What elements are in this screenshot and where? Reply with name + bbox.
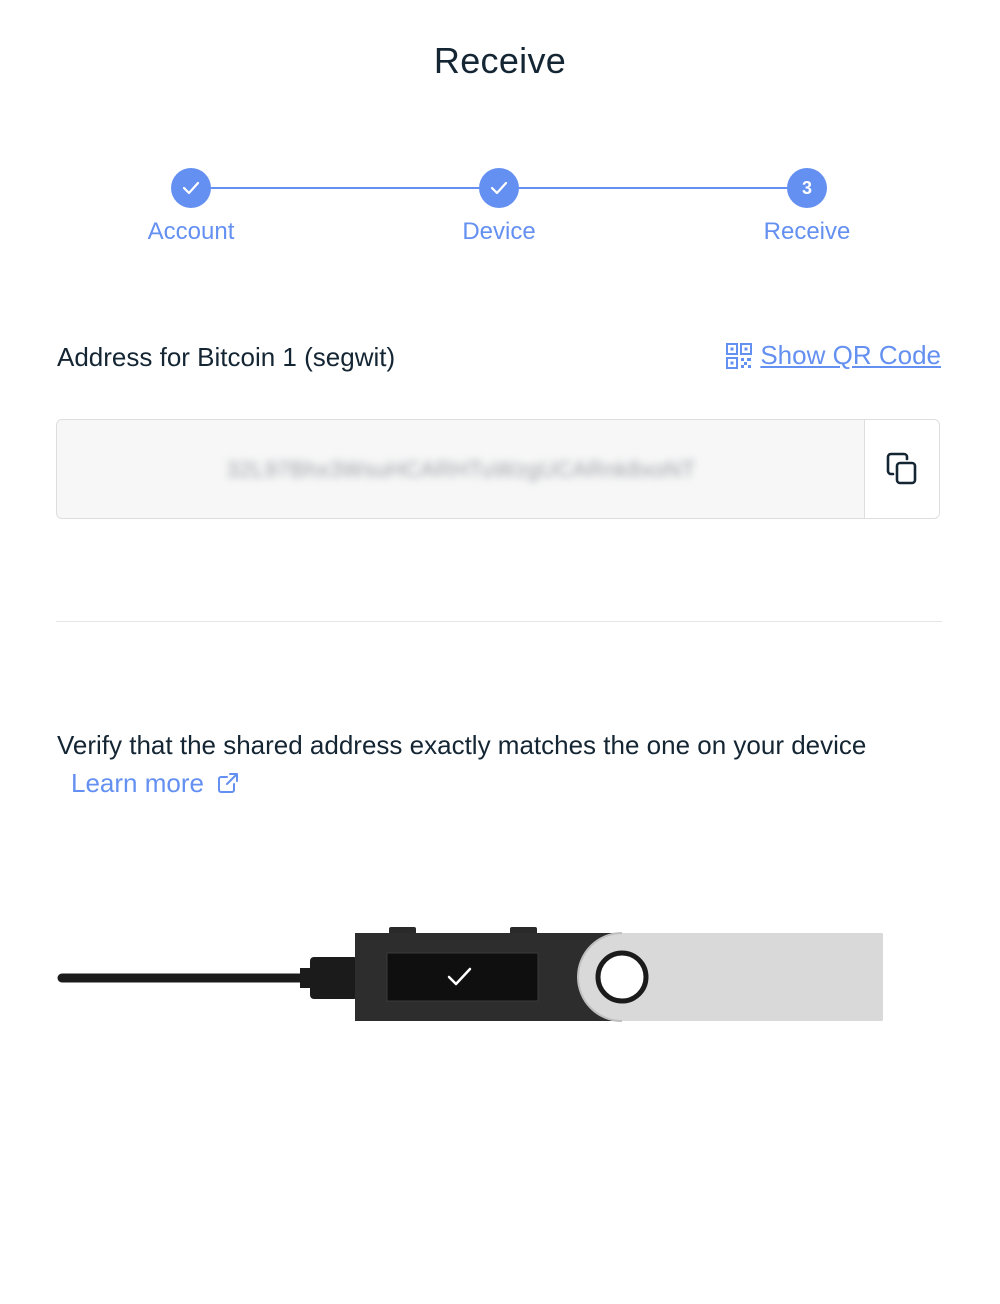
verify-message: Verify that the shared address exactly m… <box>57 726 937 802</box>
external-link-icon <box>218 773 239 793</box>
copy-address-button[interactable] <box>864 420 939 518</box>
show-qr-code-label: Show QR Code <box>760 340 941 370</box>
learn-more-label: Learn more <box>71 768 204 798</box>
verify-text: Verify that the shared address exactly m… <box>57 730 867 760</box>
step-label-device: Device <box>462 218 536 245</box>
address-field: 32L97Bhx3WsuHCARHTuWzgUCARnk8xoNT <box>56 419 940 519</box>
ledger-device-icon <box>57 927 883 1022</box>
section-divider <box>56 621 942 622</box>
page-title: Receive <box>433 40 567 81</box>
show-qr-code-link[interactable]: Show QR Code <box>726 340 941 371</box>
address-label: Address for Bitcoin 1 (segwit) <box>57 342 396 372</box>
step-connector <box>518 187 788 189</box>
step-label-receive: Receive <box>763 218 851 245</box>
address-value: 32L97Bhx3WsuHCARHTuWzgUCARnk8xoNT <box>226 457 696 482</box>
step-connector <box>210 187 480 189</box>
step-label-account: Account <box>147 218 235 245</box>
copy-icon <box>886 452 917 485</box>
step-receive-number: 3 <box>787 168 827 208</box>
step-account-check-icon <box>171 168 211 208</box>
step-device-check-icon <box>479 168 519 208</box>
qr-code-icon <box>726 342 753 369</box>
learn-more-link[interactable]: Learn more <box>71 768 239 798</box>
